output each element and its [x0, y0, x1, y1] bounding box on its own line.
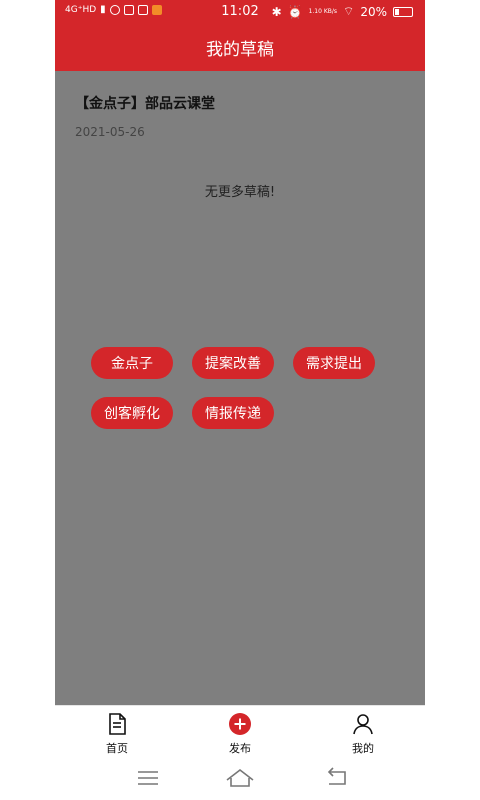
alarm-icon: ⏰ [287, 4, 303, 19]
option-demand-button[interactable]: 需求提出 [293, 347, 375, 379]
empty-text: 无更多草稿! [204, 185, 276, 200]
option-incubation-button[interactable]: 创客孵化 [91, 397, 173, 429]
tab-home[interactable]: 首页 [87, 712, 147, 756]
battery-percent: 20% [360, 4, 387, 19]
user-icon [351, 712, 375, 736]
page-title: 我的草稿 [206, 40, 274, 60]
app-frame: 4G⁺HD ▮ 11:02 ✱ ⏰ 1.10 KB/s ⌔ 20% 我的草稿 【… [55, 0, 425, 800]
status-right: ✱ ⏰ 1.10 KB/s ⌔ 20% [272, 4, 413, 19]
bluetooth-icon: ✱ [271, 4, 282, 19]
tab-label: 首页 [106, 742, 128, 755]
option-proposal-button[interactable]: 提案改善 [192, 347, 274, 379]
home-icon[interactable] [226, 768, 254, 787]
option-intel-button[interactable]: 情报传递 [192, 397, 274, 429]
wifi-icon: ⌔ [343, 4, 355, 18]
tab-mine[interactable]: 我的 [333, 712, 393, 756]
plus-circle-icon [228, 712, 252, 736]
tab-bar: 首页 发布 我的 [55, 705, 425, 761]
tab-publish[interactable]: 发布 [210, 712, 270, 756]
modal-overlay[interactable]: 无更多草稿! 金点子 提案改善 需求提出 创客孵化 情报传递 [55, 71, 425, 705]
status-bar: 4G⁺HD ▮ 11:02 ✱ ⏰ 1.10 KB/s ⌔ 20% [55, 0, 425, 24]
battery-icon [393, 6, 413, 17]
document-icon [105, 712, 129, 736]
system-nav-bar [55, 760, 425, 800]
back-icon[interactable] [327, 767, 346, 785]
tab-label: 我的 [352, 742, 374, 755]
option-jindianzi-button[interactable]: 金点子 [91, 347, 173, 379]
speed-indicator: 1.10 KB/s [308, 8, 338, 15]
header: 我的草稿 [55, 24, 425, 71]
tab-label: 发布 [229, 742, 251, 755]
menu-icon[interactable] [138, 771, 158, 785]
